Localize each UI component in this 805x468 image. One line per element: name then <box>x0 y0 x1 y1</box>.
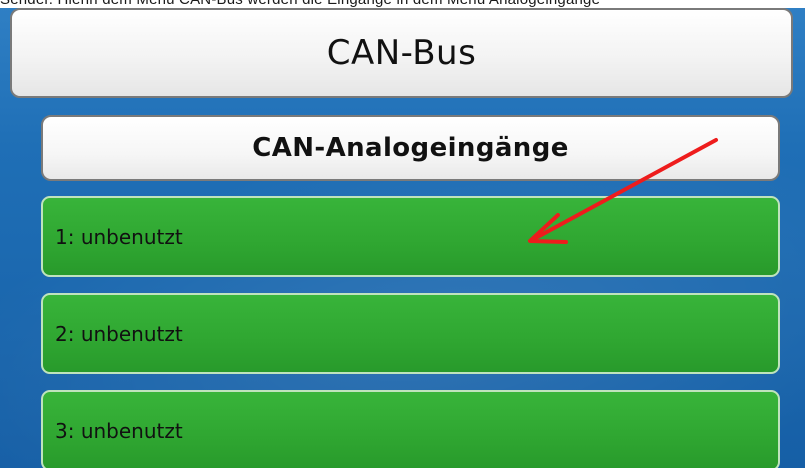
page: Sender. Hierin dem Menü CAN-Bus werden d… <box>0 0 805 468</box>
section-title-box: CAN-Analogeingänge <box>41 115 780 181</box>
list-item-label: 3: unbenutzt <box>55 418 183 443</box>
top-caption: Sender. Hierin dem Menü CAN-Bus werden d… <box>0 0 805 8</box>
analog-input-list: 1: unbenutzt 2: unbenutzt 3: unbenutzt <box>41 196 780 468</box>
analog-input-1[interactable]: 1: unbenutzt <box>41 196 780 277</box>
device-screen: CAN-Bus CAN-Analogeingänge 1: unbenutzt … <box>0 8 805 468</box>
analog-input-2[interactable]: 2: unbenutzt <box>41 293 780 374</box>
list-item-label: 2: unbenutzt <box>55 321 183 346</box>
list-item-label: 1: unbenutzt <box>55 224 183 249</box>
header-title: CAN-Bus <box>326 33 477 73</box>
section-title: CAN-Analogeingänge <box>252 133 569 163</box>
can-bus-header-button[interactable]: CAN-Bus <box>10 8 793 98</box>
analog-input-3[interactable]: 3: unbenutzt <box>41 390 780 468</box>
